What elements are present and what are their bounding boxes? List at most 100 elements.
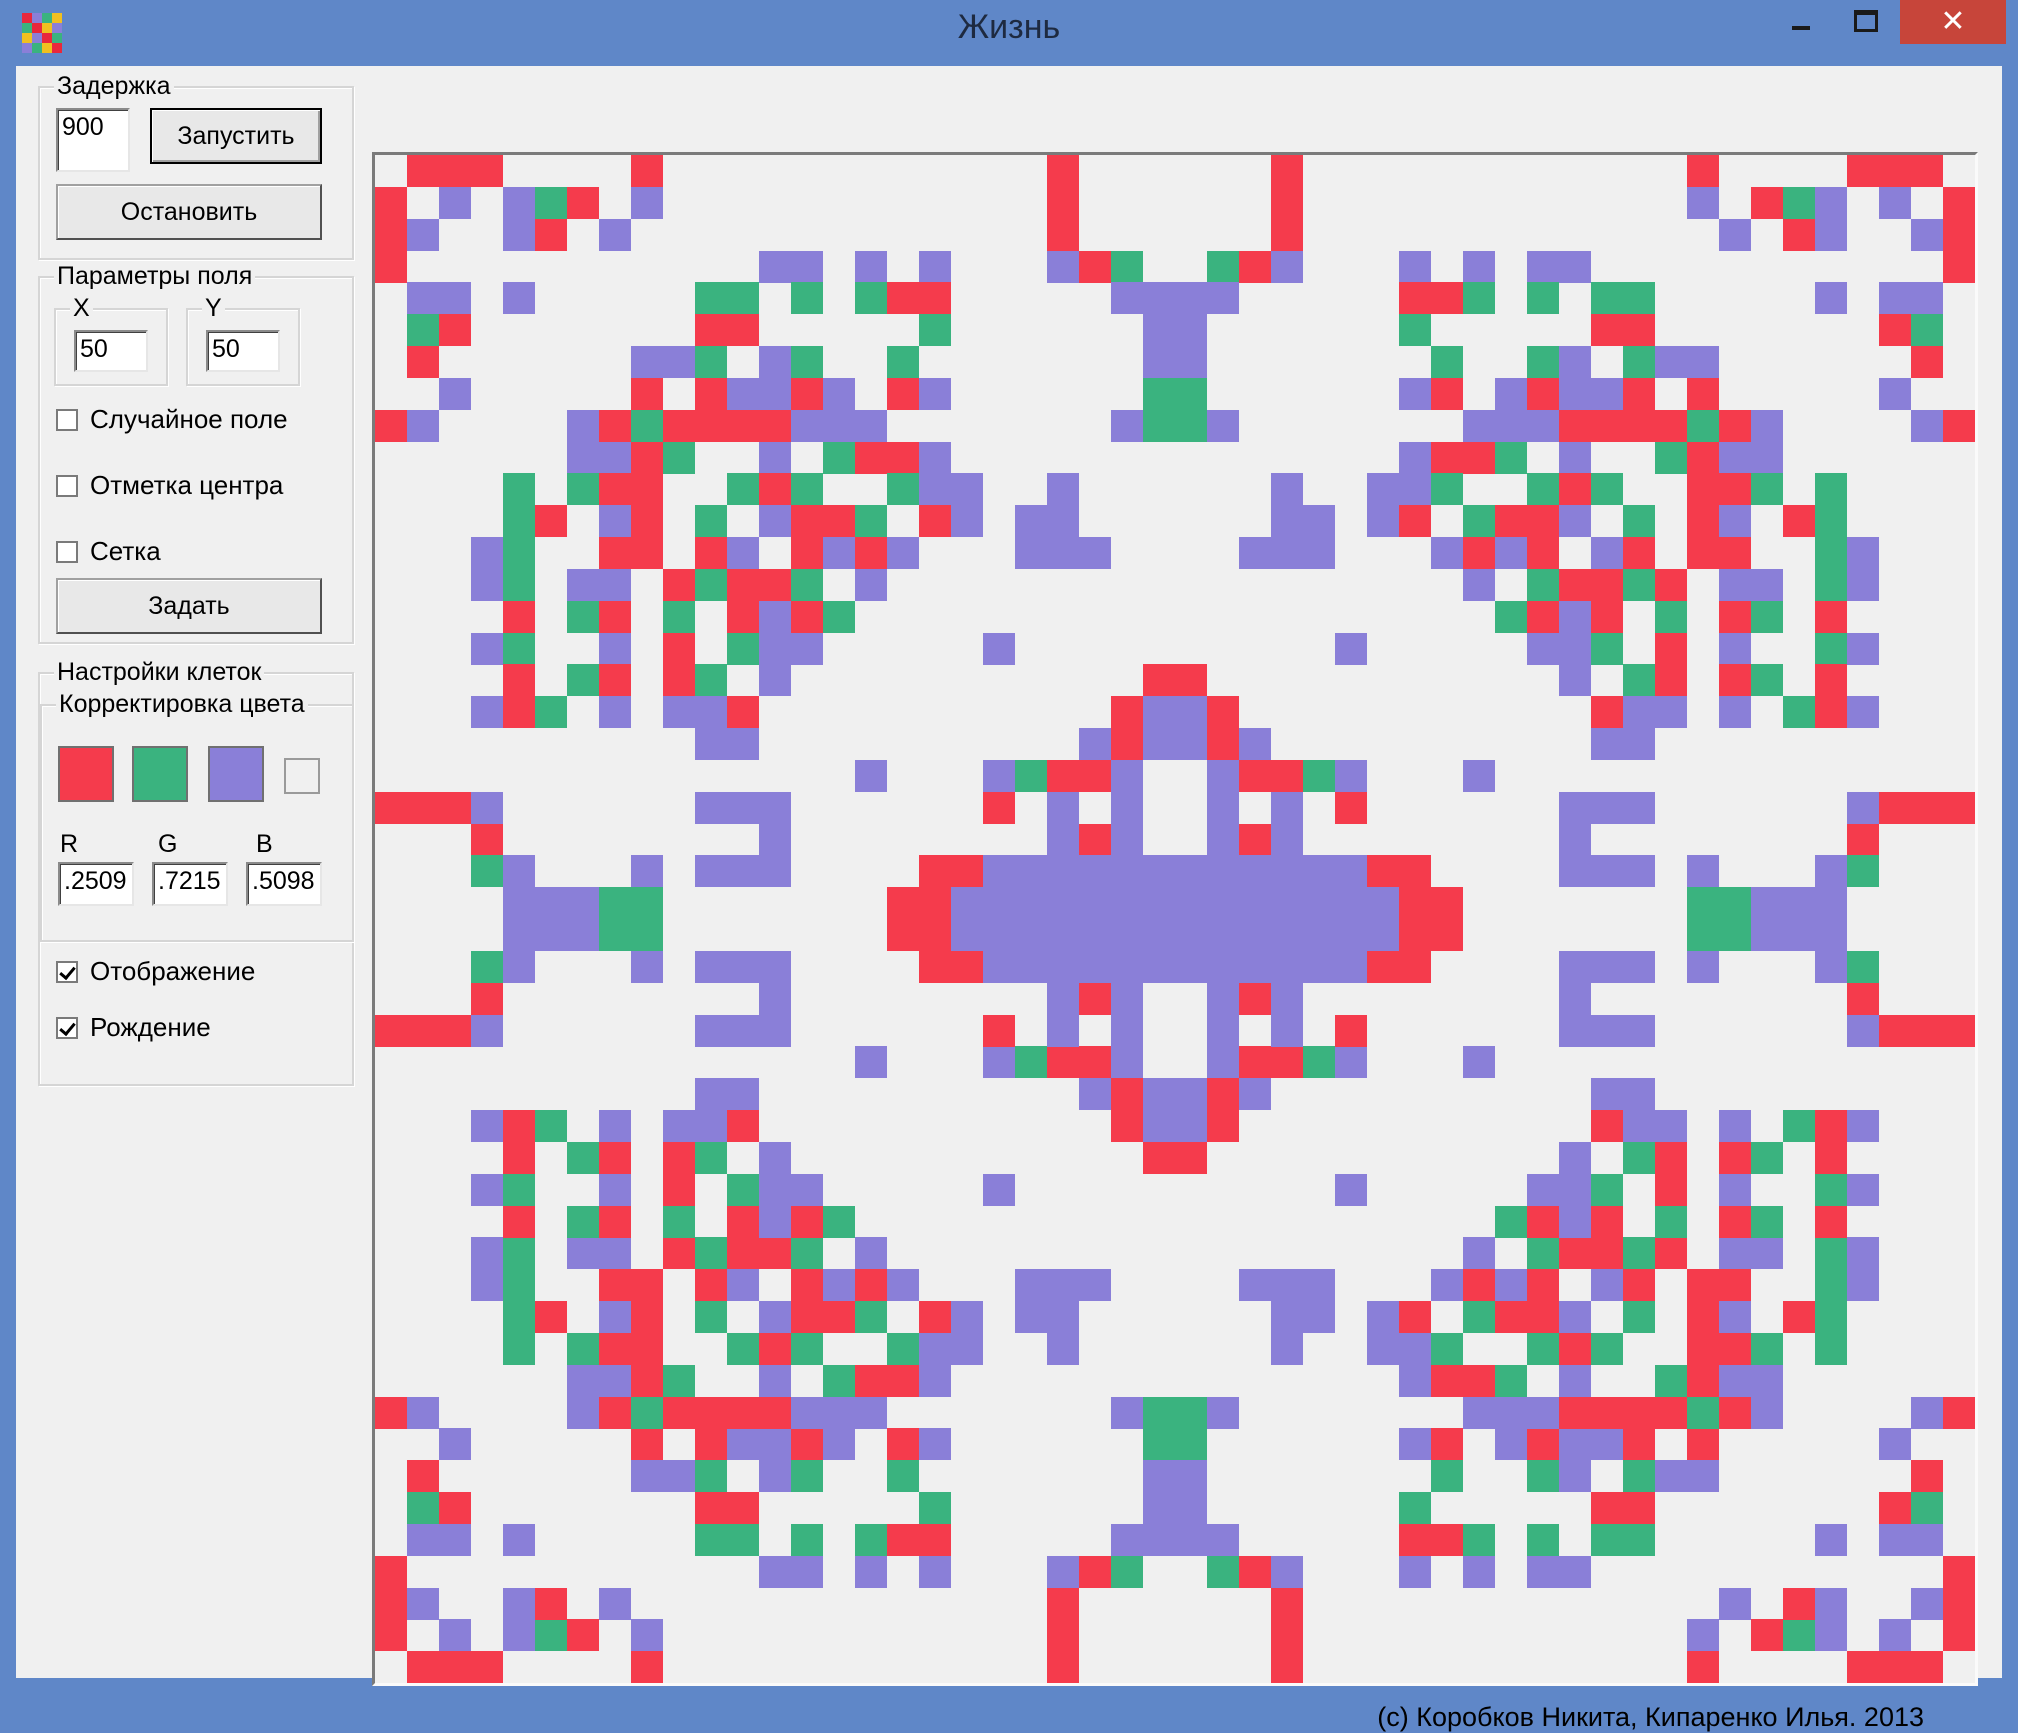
life-cell[interactable] [951,1332,983,1365]
life-cell[interactable] [1111,759,1143,792]
life-cell[interactable] [375,218,407,251]
life-cell[interactable] [1687,409,1719,442]
life-cell[interactable] [1207,759,1239,792]
life-cell[interactable] [1207,728,1239,760]
life-cell[interactable] [887,1364,919,1397]
life-cell[interactable] [567,441,599,474]
life-cell[interactable] [1111,1555,1143,1588]
life-cell[interactable] [471,1110,503,1142]
life-cell[interactable] [407,155,439,187]
life-cell[interactable] [1623,1396,1655,1429]
life-cell[interactable] [855,1301,887,1333]
life-cell[interactable] [631,377,663,410]
life-cell[interactable] [1239,1078,1271,1111]
life-cell[interactable] [1175,728,1207,760]
life-cell[interactable] [1335,632,1367,665]
life-cell[interactable] [1047,250,1079,283]
life-cell[interactable] [631,155,663,187]
life-cell[interactable] [1271,155,1303,187]
life-cell[interactable] [1143,314,1175,347]
life-cell[interactable] [727,1269,759,1302]
life-cell[interactable] [695,791,727,824]
life-cell[interactable] [727,600,759,633]
life-cell[interactable] [855,1523,887,1556]
life-cell[interactable] [407,1523,439,1556]
life-cell[interactable] [759,441,791,474]
life-cell[interactable] [375,1619,407,1652]
life-cell[interactable] [1719,600,1751,633]
life-cell[interactable] [1463,1269,1495,1302]
life-cell[interactable] [1655,600,1687,633]
life-cell[interactable] [727,1110,759,1142]
life-cell[interactable] [567,568,599,601]
life-cell[interactable] [727,1237,759,1270]
life-cell[interactable] [1463,409,1495,442]
center-mark-checkbox[interactable]: Отметка центра [56,470,283,501]
life-cell[interactable] [1527,1269,1559,1302]
life-cell[interactable] [1847,1014,1879,1047]
life-cell[interactable] [439,1523,471,1556]
life-cell[interactable] [1399,1301,1431,1333]
life-cell[interactable] [695,1237,727,1270]
life-cell[interactable] [1143,1078,1175,1111]
life-cell[interactable] [1815,186,1847,219]
life-cell[interactable] [1687,473,1719,506]
life-cell[interactable] [791,1460,823,1493]
life-cell[interactable] [919,919,951,951]
life-cell[interactable] [695,1523,727,1556]
life-cell[interactable] [1239,855,1271,888]
life-cell[interactable] [1175,950,1207,983]
life-cell[interactable] [727,1428,759,1461]
life-cell[interactable] [1623,537,1655,569]
life-cell[interactable] [1623,282,1655,315]
life-cell[interactable] [503,505,535,538]
g-value-input[interactable]: .7215 [152,862,228,906]
life-cell[interactable] [1559,1014,1591,1047]
life-cell[interactable] [887,1428,919,1461]
life-cell[interactable] [1623,696,1655,729]
life-cell[interactable] [1079,982,1111,1015]
life-cell[interactable] [1687,1301,1719,1333]
life-cell[interactable] [1495,1269,1527,1302]
life-cell[interactable] [471,568,503,601]
life-cell[interactable] [695,1014,727,1047]
life-cell[interactable] [1175,409,1207,442]
life-cell[interactable] [791,1396,823,1429]
life-cell[interactable] [1751,664,1783,697]
life-cell[interactable] [1303,887,1335,920]
life-cell[interactable] [631,409,663,442]
life-cell[interactable] [599,505,631,538]
life-cell[interactable] [631,441,663,474]
life-cell[interactable] [1495,537,1527,569]
life-cell[interactable] [1719,568,1751,601]
life-cell[interactable] [1431,346,1463,378]
life-cell[interactable] [951,505,983,538]
life-cell[interactable] [631,1396,663,1429]
life-cell[interactable] [919,887,951,920]
life-cell[interactable] [1591,600,1623,633]
life-cell[interactable] [1623,1110,1655,1142]
life-cell[interactable] [1047,950,1079,983]
life-cell[interactable] [439,186,471,219]
life-cell[interactable] [663,409,695,442]
life-cell[interactable] [1111,919,1143,951]
life-cell[interactable] [1591,1110,1623,1142]
life-cell[interactable] [567,473,599,506]
life-cell[interactable] [1111,887,1143,920]
life-cell[interactable] [855,1555,887,1588]
life-cell[interactable] [1143,728,1175,760]
life-cell[interactable] [1623,1141,1655,1174]
life-cell[interactable] [1239,982,1271,1015]
life-cell[interactable] [1079,855,1111,888]
life-cell[interactable] [1431,1460,1463,1493]
life-cell[interactable] [1623,950,1655,983]
life-cell[interactable] [1271,505,1303,538]
life-cell[interactable] [1847,1173,1879,1206]
life-cell[interactable] [471,1651,503,1684]
life-cell[interactable] [1847,791,1879,824]
life-cell[interactable] [1719,1269,1751,1302]
life-cell[interactable] [919,855,951,888]
life-cell[interactable] [503,632,535,665]
life-cell[interactable] [1495,1301,1527,1333]
life-cell[interactable] [1815,1301,1847,1333]
